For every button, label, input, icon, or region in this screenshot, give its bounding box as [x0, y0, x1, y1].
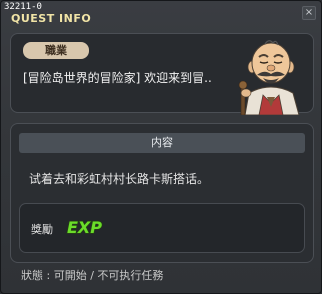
content-panel: 内容 试着去和彩虹村村长路卡斯搭话。 獎勵 EXP	[10, 123, 314, 263]
content-header: 内容	[19, 133, 305, 153]
exp-reward-icon: EXP	[66, 217, 102, 237]
job-tag: 職業	[23, 42, 89, 59]
quest-status: 狀態 : 可開始 / 不可执行任務	[21, 269, 164, 282]
elder-npc-portrait-icon	[238, 40, 300, 115]
quest-description: 试着去和彩虹村村长路卡斯搭话。	[29, 172, 210, 186]
reward-label: 獎勵	[31, 223, 53, 236]
close-icon: ×	[304, 7, 314, 18]
window-title: QUEST INFO	[11, 12, 92, 25]
quest-info-window: 32211-0 QUEST INFO × 職業 [冒险岛世界的冒险家] 欢迎来到…	[0, 0, 322, 294]
npc-panel: 職業 [冒险岛世界的冒险家] 欢迎来到冒..	[10, 33, 314, 115]
npc-greeting: [冒险岛世界的冒险家] 欢迎来到冒..	[23, 71, 212, 85]
quest-id: 32211-0	[4, 2, 42, 12]
reward-box: 獎勵 EXP	[19, 203, 305, 253]
exp-text: EXP	[67, 218, 102, 237]
close-button[interactable]: ×	[302, 6, 316, 20]
